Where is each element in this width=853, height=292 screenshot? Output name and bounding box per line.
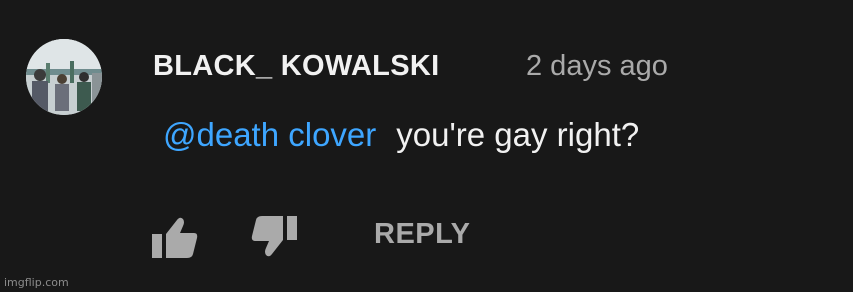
- dislike-button[interactable]: [245, 214, 301, 260]
- avatar-photo-icon: [26, 39, 102, 115]
- thumbs-down-icon: [251, 216, 297, 257]
- thumbs-up-icon: [152, 217, 198, 258]
- comment-text: you're gay right?: [396, 116, 640, 153]
- user-mention-link[interactable]: @death clover: [163, 116, 376, 153]
- reply-button[interactable]: REPLY: [374, 218, 471, 251]
- comment-author-name[interactable]: BLACK_ KOWALSKI: [153, 50, 439, 83]
- comment-timestamp[interactable]: 2 days ago: [526, 50, 668, 83]
- author-avatar[interactable]: [26, 39, 102, 115]
- imgflip-watermark: imgflip.com: [4, 276, 69, 289]
- like-button[interactable]: [150, 214, 200, 260]
- comment-thread-item: BLACK_ KOWALSKI 2 days ago @death clover…: [0, 0, 853, 292]
- comment-body: @death clover you're gay right?: [163, 116, 639, 154]
